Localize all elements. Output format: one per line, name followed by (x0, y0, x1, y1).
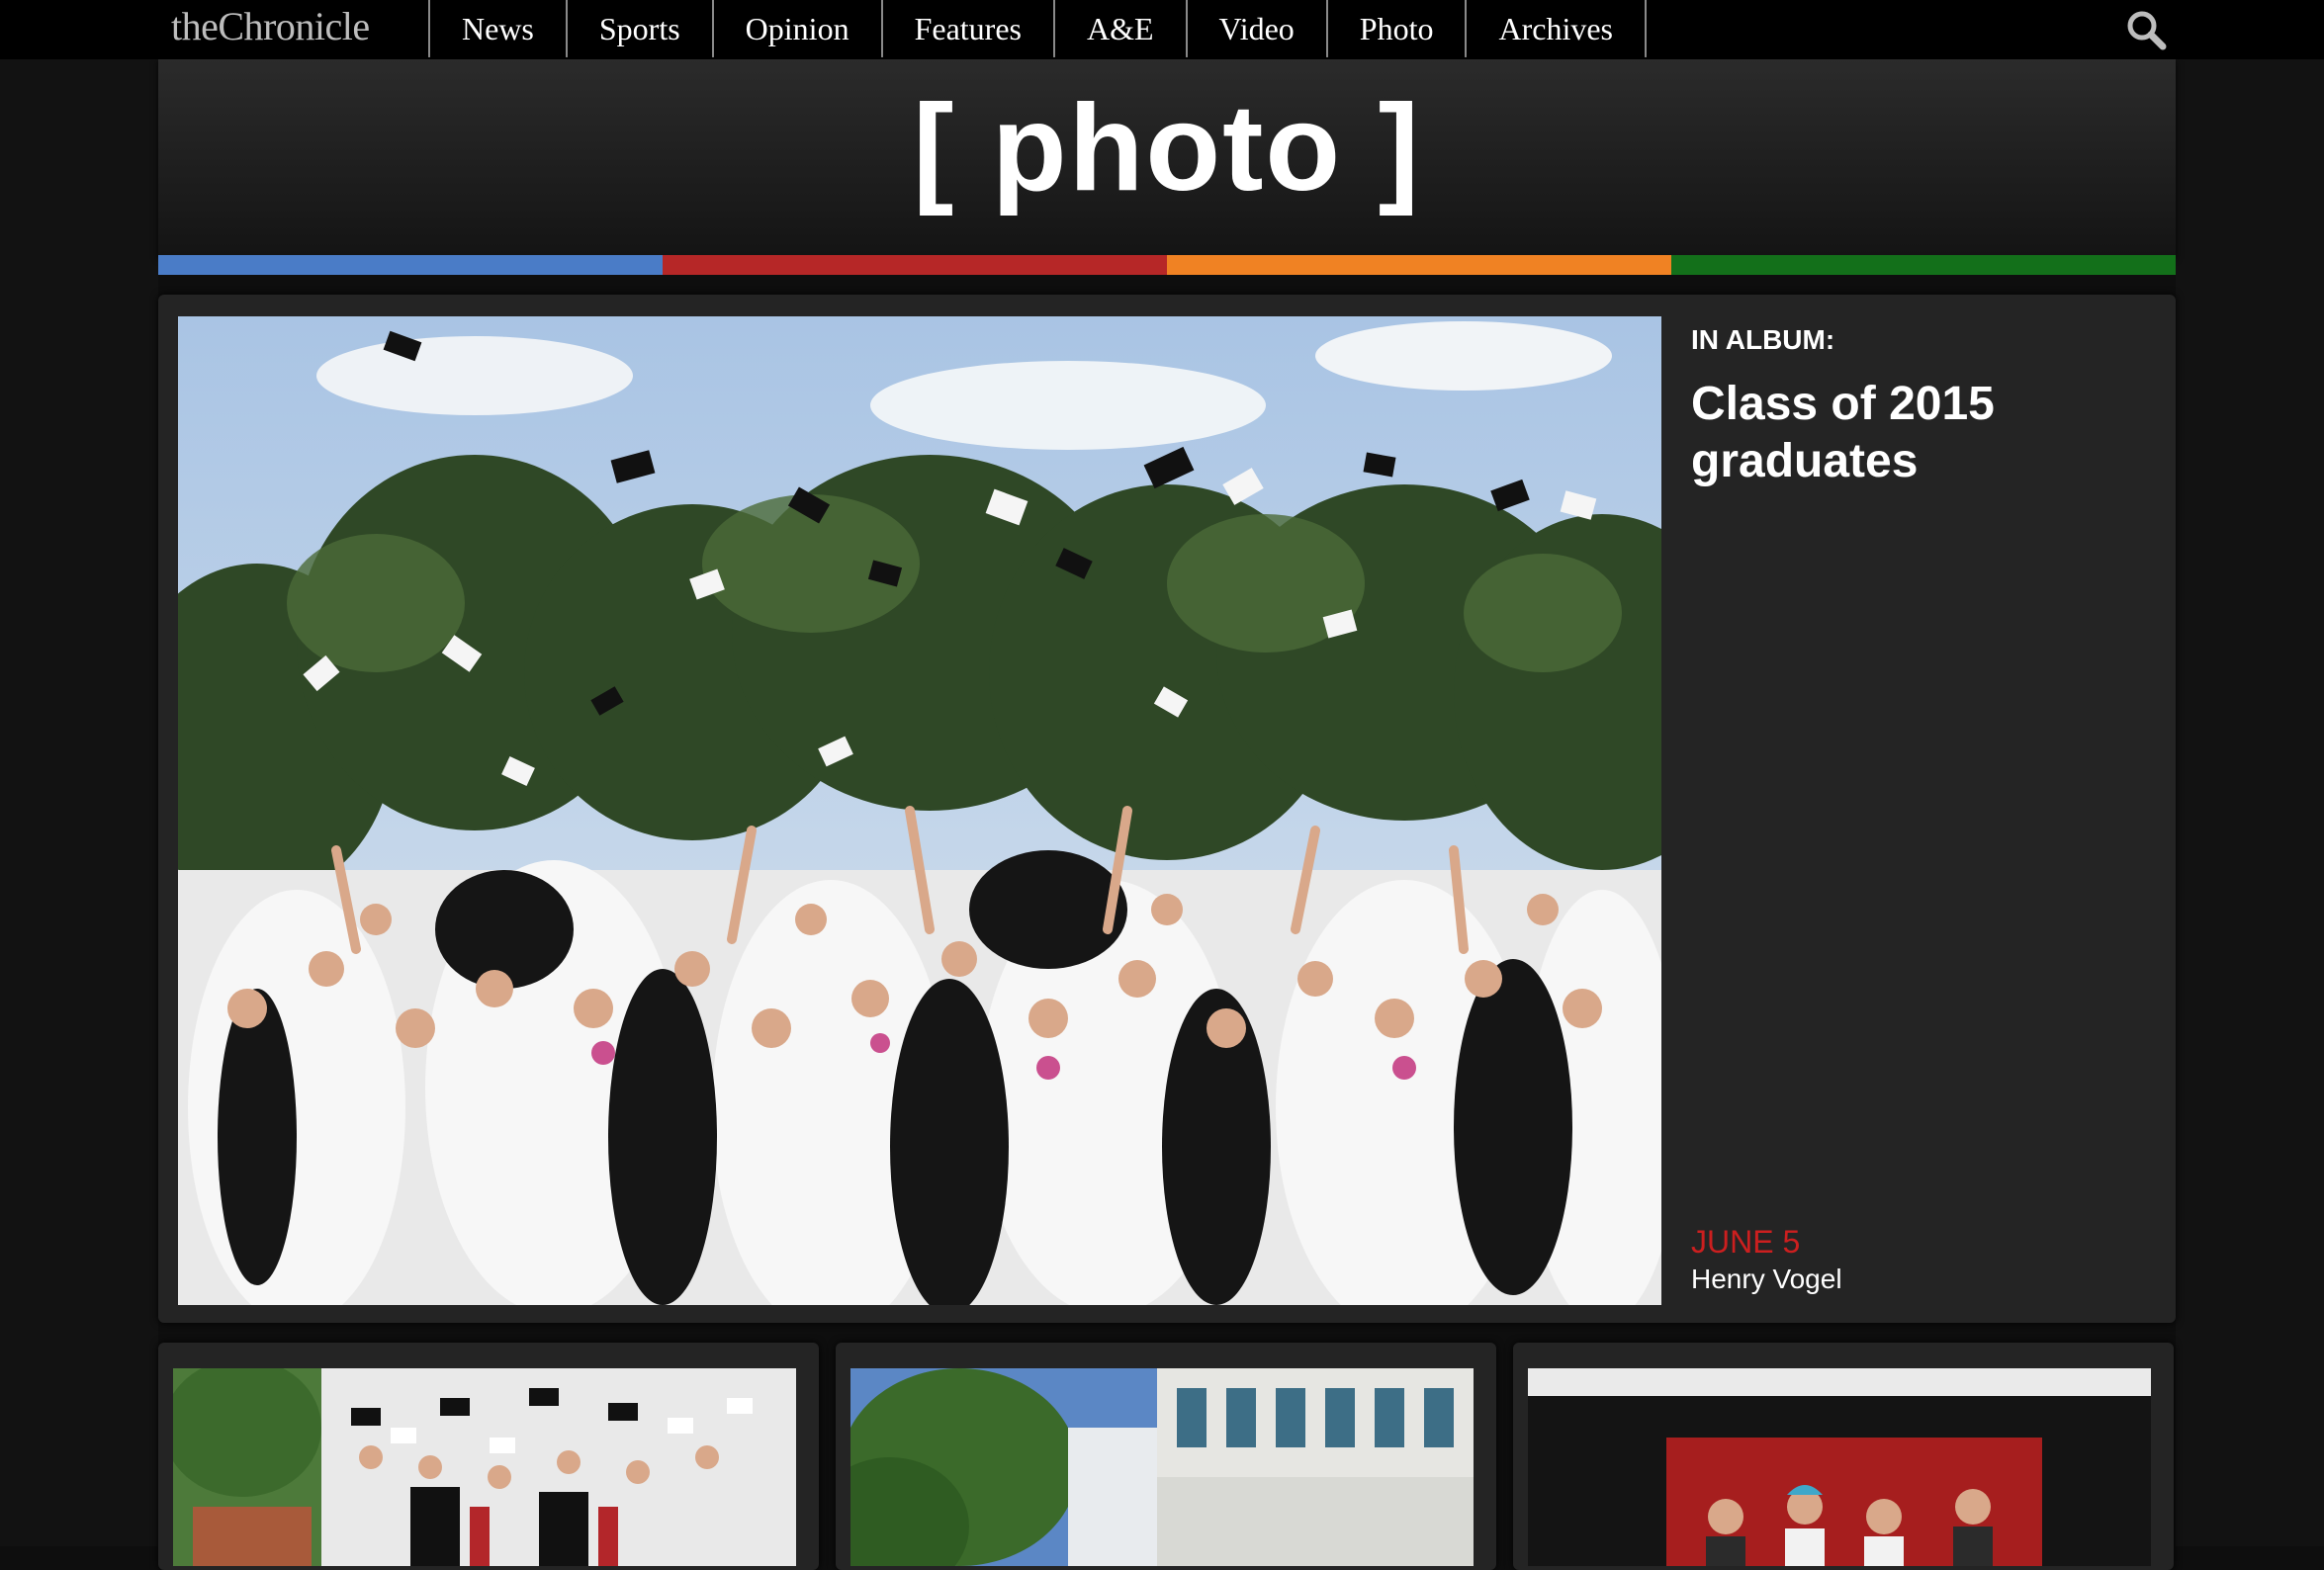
thumbnail-card-1[interactable] (158, 1343, 819, 1570)
nav-item-ae[interactable]: A&E (1055, 0, 1188, 57)
graduates-thumbnail[interactable] (173, 1368, 796, 1566)
left-gutter (0, 59, 158, 1546)
featured-photo-card: IN ALBUM: Class of 2015 graduates JUNE 5… (158, 295, 2176, 1323)
stripe-green (1671, 255, 2176, 275)
nav-item-photo[interactable]: Photo (1328, 0, 1468, 57)
section-banner: [ photo ] (158, 59, 2176, 257)
right-gutter (2176, 59, 2324, 1546)
stripe-blue (158, 255, 663, 275)
stripe-red (663, 255, 1167, 275)
thumbnail-card-3[interactable] (1513, 1343, 2174, 1570)
nav-item-archives[interactable]: Archives (1467, 0, 1647, 57)
section-title: [ photo ] (913, 80, 1421, 217)
top-navigation-bar: theChronicle News Sports Opinion Feature… (0, 0, 2324, 60)
nav-item-opinion[interactable]: Opinion (714, 0, 883, 57)
group-stage-thumbnail[interactable] (1528, 1368, 2151, 1566)
nav-item-video[interactable]: Video (1188, 0, 1328, 57)
album-label: IN ALBUM: (1691, 324, 1835, 355)
campus-building-thumbnail[interactable] (850, 1368, 1474, 1566)
thumbnail-card-2[interactable] (836, 1343, 1496, 1570)
photo-date: JUNE 5 (1691, 1224, 1801, 1260)
nav-menu: News Sports Opinion Features A&E Video P… (428, 0, 1647, 57)
nav-item-features[interactable]: Features (883, 0, 1055, 57)
nav-item-sports[interactable]: Sports (568, 0, 714, 57)
stripe-orange (1167, 255, 1671, 275)
site-logo[interactable]: theChronicle (171, 0, 370, 57)
album-title-link[interactable]: Class of 2015 graduates (1691, 376, 2146, 490)
color-stripe-bar (158, 255, 2176, 275)
search-icon[interactable] (2124, 8, 2168, 51)
nav-item-news[interactable]: News (430, 0, 568, 57)
photo-author[interactable]: Henry Vogel (1691, 1264, 1842, 1295)
featured-photo[interactable] (178, 316, 1661, 1305)
